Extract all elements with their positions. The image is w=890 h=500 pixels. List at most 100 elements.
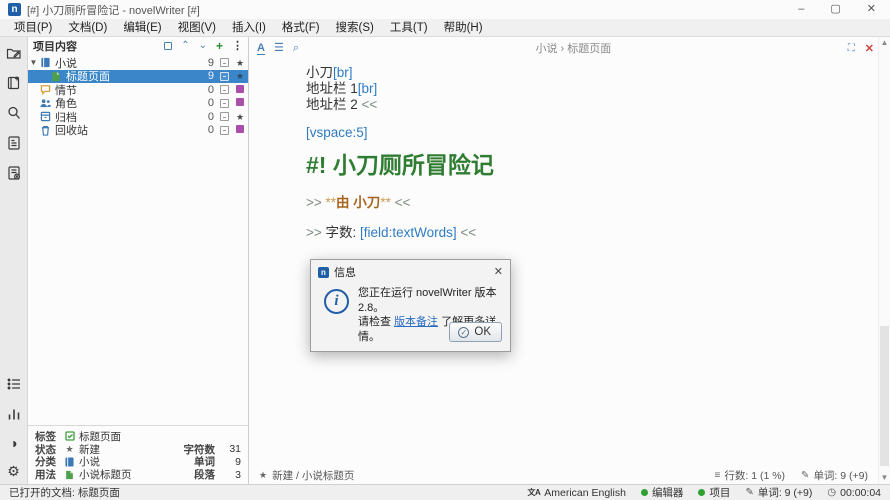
search-icon[interactable] xyxy=(6,105,22,121)
book-icon xyxy=(39,57,51,68)
app-icon: n xyxy=(318,267,329,278)
expand-all-icon[interactable] xyxy=(164,42,172,50)
ok-button[interactable]: ✓ OK xyxy=(449,322,502,342)
writing-stats-icon[interactable] xyxy=(6,406,22,422)
status-star-icon: ★ xyxy=(236,112,244,122)
novelwriter-window: n [#] 小刀厕所冒险记 - novelWriter [#] – ▢ ✕ 项目… xyxy=(0,0,890,500)
theme-contrast-icon[interactable]: ◑ xyxy=(9,436,17,450)
check-square-icon xyxy=(64,431,75,441)
move-down-icon[interactable]: ⌄ xyxy=(199,41,207,51)
active-flag-icon xyxy=(220,112,229,121)
menu-document[interactable]: 文档(D) xyxy=(60,19,115,37)
focus-mode-icon[interactable]: ⛶ xyxy=(848,43,855,54)
menu-tools[interactable]: 工具(T) xyxy=(382,19,436,37)
document-menu-icon[interactable]: ☰ xyxy=(274,43,284,54)
menu-insert[interactable]: 插入(I) xyxy=(224,19,274,37)
document-icon xyxy=(64,470,75,480)
project-details-icon[interactable] xyxy=(6,376,22,392)
scrollbar-thumb[interactable] xyxy=(880,326,889,466)
minimize-icon[interactable]: – xyxy=(798,4,804,15)
word-count-line: >> 字数: [field:textWords] << xyxy=(306,225,820,241)
menu-help[interactable]: 帮助(H) xyxy=(436,19,491,37)
word-count[interactable]: ✎ 单词: 9 (+9) xyxy=(801,468,868,483)
move-up-icon[interactable]: ⌃ xyxy=(181,41,189,51)
status-purple-icon xyxy=(236,98,244,106)
star-icon: ★ xyxy=(64,444,75,454)
editor-footer: ★ 新建 / 小说标题页 ≡ 行数: 1 (1 %) ✎ 单词: 9 (+9) xyxy=(249,466,878,484)
field-tag: [field:textWords] xyxy=(360,225,457,240)
status-bar: 已打开的文档: 标题页面 文A American English 编辑器 项目 … xyxy=(0,484,890,500)
add-item-icon[interactable]: + xyxy=(216,39,223,53)
status-purple-icon xyxy=(236,125,244,133)
novel-view-icon[interactable] xyxy=(6,75,22,91)
window-titlebar: n [#] 小刀厕所冒险记 - novelWriter [#] – ▢ ✕ xyxy=(0,0,890,19)
editor-theme-status: 编辑器 xyxy=(641,485,684,500)
tree-item-count: 9 xyxy=(198,57,214,69)
close-icon[interactable]: ✕ xyxy=(867,4,876,15)
project-panel-toolbar: ⌃ ⌄ + ⋮ xyxy=(164,39,243,53)
dialog-close-icon[interactable]: ✕ xyxy=(494,267,503,278)
release-notes-link[interactable]: 版本备注 xyxy=(394,316,438,328)
status-star-icon: ★ xyxy=(236,71,244,81)
document-text[interactable]: 小刀[br] 地址栏 1[br] 地址栏 2 << [vspace:5] #! … xyxy=(249,59,890,241)
stat-words-value: 9 xyxy=(215,456,241,468)
project-status: 项目 xyxy=(698,485,730,500)
menu-format[interactable]: 格式(F) xyxy=(274,19,328,37)
archive-icon xyxy=(39,111,51,122)
menu-edit[interactable]: 编辑(E) xyxy=(115,19,169,37)
tree-row-trash[interactable]: 回收站 0 xyxy=(28,124,248,138)
project-tree: ▼ 小说 9 ★ 标题页面 9 ★ xyxy=(28,56,248,137)
info-dialog: n 信息 ✕ i 您正在运行 novelWriter 版本 2.8。 请检查 版… xyxy=(310,259,511,352)
window-title: [#] 小刀厕所冒险记 - novelWriter [#] xyxy=(27,2,200,18)
document-status[interactable]: ★ 新建 / 小说标题页 xyxy=(259,468,354,483)
active-flag-icon xyxy=(220,58,229,67)
session-timer[interactable]: ◷ 00:00:04 xyxy=(827,487,881,499)
menu-search[interactable]: 搜索(S) xyxy=(328,19,382,37)
green-dot-icon xyxy=(641,489,648,496)
build-manuscript-icon[interactable] xyxy=(6,165,22,181)
maximize-icon[interactable]: ▢ xyxy=(830,4,840,15)
line-count[interactable]: ≡ 行数: 1 (1 %) xyxy=(715,468,786,483)
more-options-icon[interactable]: ⋮ xyxy=(232,39,243,52)
expand-arrow-icon[interactable]: ▼ xyxy=(28,58,39,67)
menu-project[interactable]: 项目(P) xyxy=(6,19,60,37)
project-panel-header: 项目内容 ⌃ ⌄ + ⋮ xyxy=(28,37,248,52)
close-document-icon[interactable]: ✕ xyxy=(865,42,874,55)
pen-icon: ✎ xyxy=(801,470,809,481)
book-icon xyxy=(64,457,75,467)
text-line: 地址栏 1[br] xyxy=(306,81,820,97)
tree-item-count: 0 xyxy=(198,84,214,96)
project-panel-title: 项目内容 xyxy=(33,38,77,54)
active-flag-icon xyxy=(220,99,229,108)
status-star-icon: ★ xyxy=(259,470,267,481)
outline-view-icon[interactable] xyxy=(6,135,22,151)
byline: >> **由 小刀** << xyxy=(306,195,820,211)
chat-icon xyxy=(39,84,51,95)
spellcheck-language[interactable]: 文A American English xyxy=(527,487,625,499)
lines-icon: ≡ xyxy=(715,470,721,481)
dialog-titlebar: n 信息 ✕ xyxy=(311,260,510,282)
project-content-icon[interactable] xyxy=(6,45,22,61)
active-flag-icon xyxy=(220,72,229,81)
status-star-icon: ★ xyxy=(236,58,244,68)
active-flag-icon xyxy=(220,85,229,94)
tree-item-count: 0 xyxy=(198,124,214,136)
text-line: 小刀[br] xyxy=(306,65,820,81)
editor-header: A ☰ ⌕ 小说 › 标题页面 ⛶ ✕ xyxy=(249,37,890,59)
scroll-down-icon[interactable]: ▼ xyxy=(879,473,890,483)
green-dot-icon xyxy=(698,489,705,496)
app-icon: n xyxy=(8,3,21,16)
preferences-icon[interactable]: ⚙ xyxy=(7,464,20,478)
open-document-status: 已打开的文档: 标题页面 xyxy=(9,485,120,500)
pen-icon: ✎ xyxy=(745,487,753,498)
editor-scrollbar[interactable]: ▲ ▼ xyxy=(878,37,890,484)
detail-stats: 字符数 31 单词 9 段落 3 xyxy=(157,430,241,481)
trash-icon xyxy=(39,125,51,136)
scroll-up-icon[interactable]: ▲ xyxy=(879,38,890,48)
tree-item-count: 0 xyxy=(198,111,214,123)
tree-item-label: 回收站 xyxy=(55,122,198,138)
tree-item-count: 0 xyxy=(198,97,214,109)
menu-view[interactable]: 视图(V) xyxy=(170,19,224,37)
status-purple-icon xyxy=(236,85,244,93)
text-format-icon[interactable]: A xyxy=(257,42,265,55)
